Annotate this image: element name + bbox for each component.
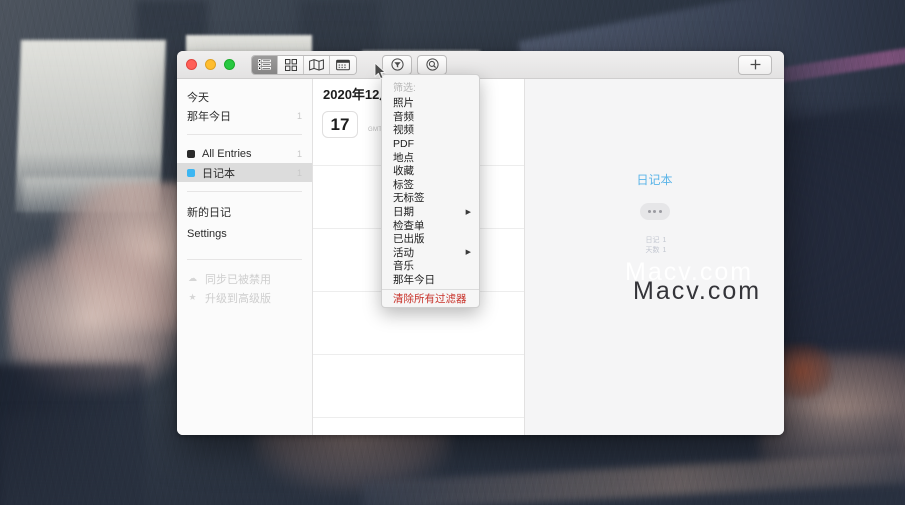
window-controls	[177, 59, 235, 70]
sidebar-item-label: 新的日记	[187, 207, 231, 219]
chevron-right-icon: ▶	[465, 249, 471, 257]
calendar-view-button[interactable]	[330, 55, 356, 74]
filter-menu-item-places[interactable]: 地点	[382, 150, 479, 164]
sidebar-item-count: 1	[296, 148, 302, 159]
filter-menu-item-published[interactable]: 已出版	[382, 232, 479, 246]
filter-menu-item-pdf[interactable]: PDF	[382, 137, 479, 151]
stat-entries-label: 日记	[645, 237, 660, 244]
window-body: 今天 那年今日 1 All Entries 1 日记本 1 新的日记 Setti…	[177, 79, 784, 435]
sidebar-item-count: 1	[296, 167, 302, 178]
filter-menu-item-photos[interactable]: 照片	[382, 96, 479, 110]
filter-menu-item-checklist[interactable]: 检查单	[382, 218, 479, 232]
map-icon	[309, 58, 324, 71]
filter-dropdown-menu[interactable]: 筛选: 照片 音频 视频 PDF 地点 收藏 标签 无标签 日期 ▶ 检查单 已…	[381, 74, 480, 309]
sidebar-item-journal[interactable]: 日记本 1	[177, 163, 312, 182]
add-entry-button[interactable]	[738, 54, 772, 75]
filter-menu-item-tags[interactable]: 标签	[382, 178, 479, 192]
filter-menu-item-favorites[interactable]: 收藏	[382, 164, 479, 178]
detail-pane: 日记本 日记 1 天数 1	[525, 79, 784, 435]
sidebar-item-all-entries[interactable]: All Entries 1	[177, 144, 312, 163]
entry-list-empty-row	[313, 355, 524, 418]
filter-menu-item-music[interactable]: 音乐	[382, 259, 479, 273]
star-icon: ★	[188, 292, 197, 302]
menu-item-label: 那年今日	[393, 274, 435, 287]
view-mode-segmented-control[interactable]	[251, 54, 357, 75]
calendar-icon	[336, 59, 350, 70]
grid-icon	[284, 58, 297, 71]
magnifier-icon	[425, 58, 439, 71]
menu-item-label: 视频	[393, 124, 414, 137]
sidebar-item-label: 那年今日	[187, 110, 231, 123]
title-bar	[177, 51, 784, 79]
sidebar: 今天 那年今日 1 All Entries 1 日记本 1 新的日记 Setti…	[177, 79, 313, 435]
sidebar-item-label: 同步已被禁用	[205, 273, 271, 286]
sidebar-item-today[interactable]: 今天	[177, 87, 312, 106]
sidebar-divider-2	[187, 191, 302, 192]
minimize-button[interactable]	[205, 59, 216, 70]
detail-title: 日记本	[636, 173, 673, 187]
more-options-button[interactable]	[639, 203, 670, 220]
stat-days-row: 天数 1	[643, 246, 667, 256]
sidebar-item-new-entry[interactable]: 新的日记	[177, 201, 312, 223]
sidebar-item-upgrade[interactable]: ★ 升级到高级版	[177, 288, 312, 307]
plus-icon	[750, 59, 760, 70]
filter-menu-item-on-this-day[interactable]: 那年今日	[382, 273, 479, 287]
sidebar-item-sync-disabled[interactable]: ☁ 同步已被禁用	[177, 269, 312, 288]
sidebar-item-label: Settings	[187, 228, 227, 240]
more-dot-icon	[647, 210, 651, 213]
stat-entries-row: 日记 1	[643, 236, 667, 246]
stat-entries-value: 1	[662, 237, 667, 244]
stat-days-label: 天数	[645, 247, 660, 255]
sidebar-divider-1	[187, 134, 302, 135]
entry-day-badge: 17	[322, 111, 358, 138]
filter-menu-item-activity[interactable]: 活动 ▶	[382, 246, 479, 260]
more-dot-icon	[658, 210, 662, 213]
list-view-button[interactable]	[252, 55, 278, 74]
filter-menu-item-video[interactable]: 视频	[382, 123, 479, 137]
app-window: 今天 那年今日 1 All Entries 1 日记本 1 新的日记 Setti…	[177, 51, 784, 435]
menu-item-label: 清除所有过滤器	[393, 293, 467, 306]
maximize-button[interactable]	[224, 59, 235, 70]
menu-item-label: PDF	[393, 137, 414, 150]
clear-all-filters-button[interactable]: 清除所有过滤器	[382, 292, 479, 307]
journal-color-dot-icon	[187, 168, 195, 177]
sidebar-item-settings[interactable]: Settings	[177, 223, 312, 245]
sidebar-item-label: 升级到高级版	[205, 292, 271, 305]
filter-menu-divider	[382, 289, 479, 291]
filter-menu-item-untagged[interactable]: 无标签	[382, 191, 479, 205]
sidebar-item-on-this-day[interactable]: 那年今日 1	[177, 106, 312, 125]
filter-menu-item-date[interactable]: 日期 ▶	[382, 205, 479, 219]
close-button[interactable]	[186, 59, 197, 70]
list-icon	[258, 59, 271, 70]
detail-statistics: 日记 1 天数 1	[643, 236, 667, 256]
sidebar-item-count: 1	[296, 110, 302, 121]
more-dot-icon	[653, 210, 656, 213]
sidebar-item-label: 日记本	[202, 167, 235, 180]
cloud-slash-icon: ☁	[188, 273, 197, 283]
search-button[interactable]	[417, 54, 447, 75]
sidebar-item-label: 今天	[187, 91, 209, 104]
mouse-cursor-icon	[374, 62, 386, 80]
filter-menu-header: 筛选:	[393, 83, 416, 94]
grid-view-button[interactable]	[278, 55, 304, 74]
funnel-icon	[390, 58, 404, 71]
sidebar-divider-3	[187, 259, 302, 260]
chevron-right-icon: ▶	[465, 208, 471, 216]
stat-days-value: 1	[662, 247, 667, 255]
filter-menu-item-audio[interactable]: 音频	[382, 110, 479, 124]
all-entries-color-dot-icon	[187, 149, 195, 158]
sidebar-item-label: All Entries	[202, 147, 252, 160]
map-view-button[interactable]	[304, 55, 330, 74]
